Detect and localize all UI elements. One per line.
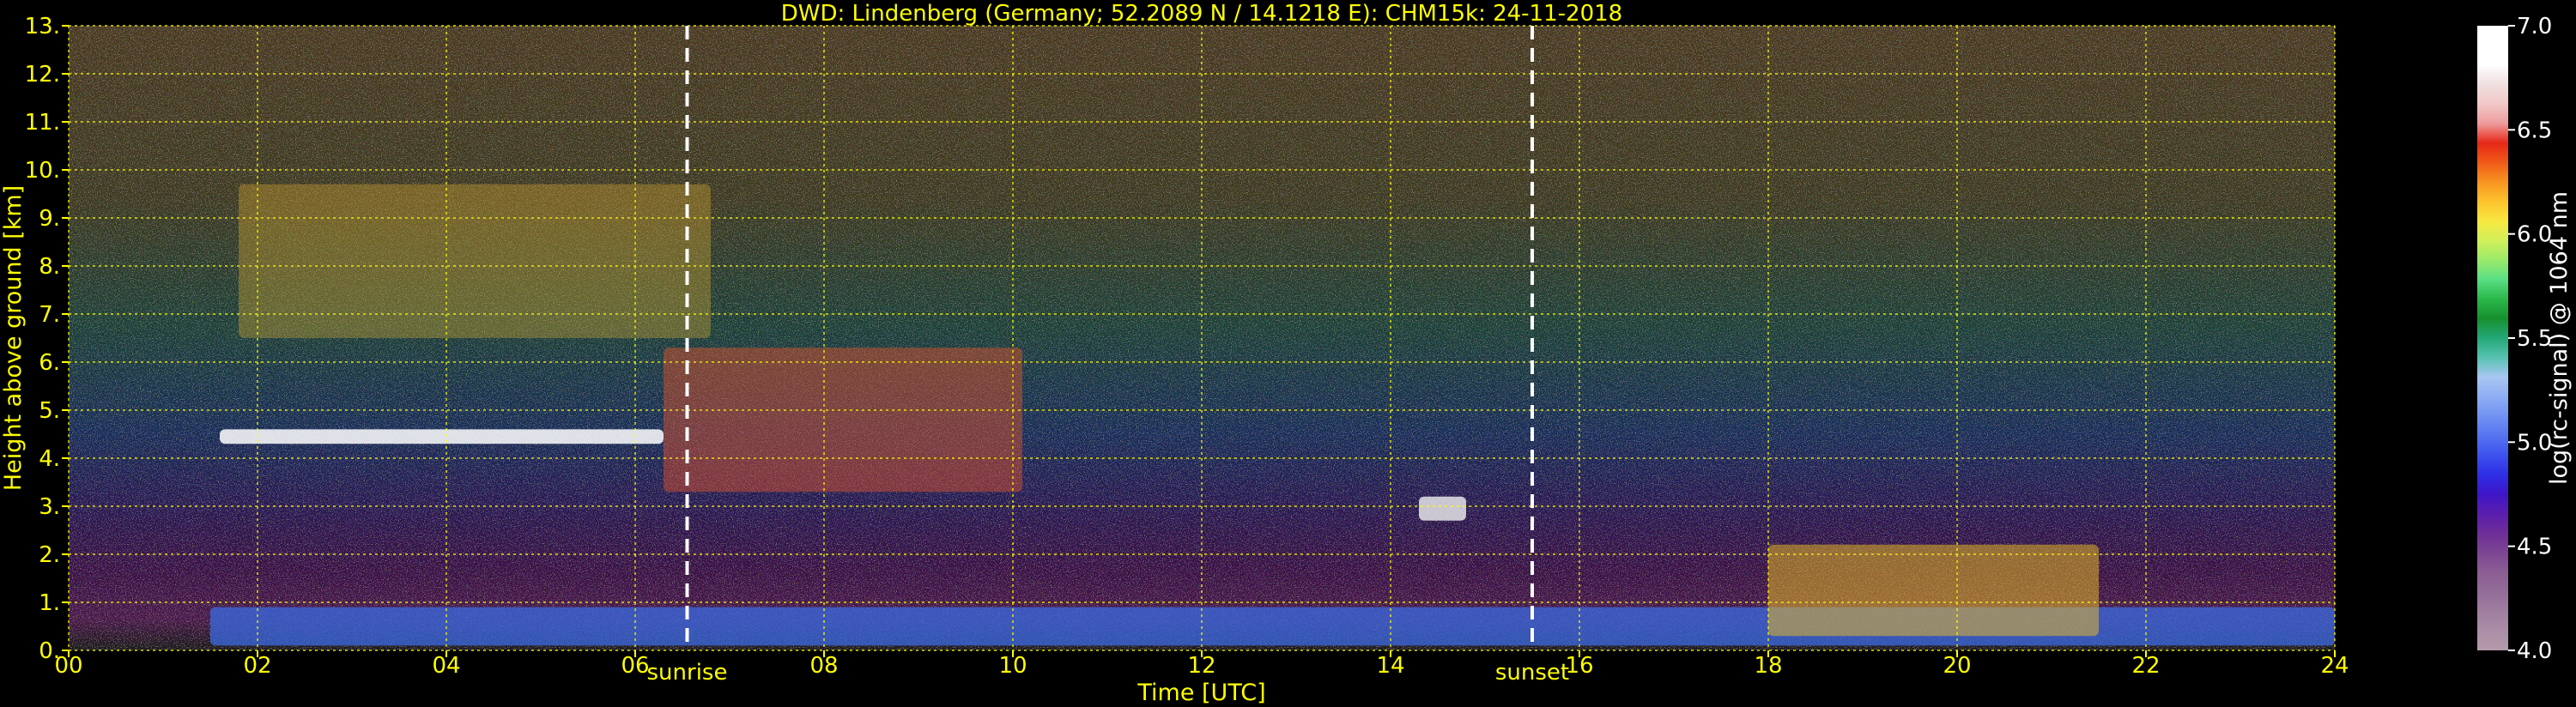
x-tick-label: 06 [621, 653, 649, 679]
y-tick-label: 0. [39, 638, 60, 664]
colorbar-label: log(rc-signal) @ 1064 nm [2546, 191, 2573, 485]
y-tick-label: 3. [39, 494, 60, 520]
x-tick-label: 04 [432, 653, 460, 679]
x-tick-label: 08 [809, 653, 838, 679]
y-tick-label: 10. [25, 158, 60, 184]
y-axis-ticks: 0. 1. 2. 3. 4. 5. 6. 7. 8. 9. 10. 11. 12. 13. [25, 14, 69, 664]
colorbar-scale [2477, 26, 2508, 650]
x-axis-label: Time [UTC] [1136, 680, 1265, 706]
x-tick-label: 16 [1565, 653, 1593, 679]
chart-title: DWD: Lindenberg (Germany; 52.2089 N / 14… [781, 1, 1622, 27]
y-tick-label: 12. [25, 62, 60, 88]
feature-cirrus-patches [239, 184, 711, 338]
y-axis-label: Height above ground [km] [0, 185, 27, 491]
y-tick-label: 8. [39, 254, 60, 280]
feature-isolated-cloud [1419, 496, 1466, 521]
colorbar: 4.04.55.05.56.06.57.0 log(rc-signal) @ 1… [2477, 14, 2573, 664]
feature-evening-convective-tops [1768, 544, 2099, 637]
y-tick-label: 5. [39, 398, 60, 424]
y-tick-label: 11. [25, 110, 60, 136]
x-tick-label: 10 [998, 653, 1027, 679]
colorbar-tick-label: 6.5 [2517, 118, 2552, 143]
y-tick-label: 9. [39, 206, 60, 232]
x-tick-label: 20 [1943, 653, 1971, 679]
y-tick-label: 1. [39, 590, 60, 616]
x-tick-label: 22 [2131, 653, 2160, 679]
colorbar-tick-label: 7.0 [2517, 14, 2552, 39]
y-tick-label: 7. [39, 302, 60, 328]
y-tick-label: 2. [39, 542, 60, 568]
sunrise-label: sunrise [647, 660, 728, 686]
feature-fall-streaks [664, 347, 1022, 492]
sunset-label: sunset [1495, 660, 1569, 686]
x-tick-label: 24 [2320, 653, 2349, 679]
ceilometer-chart: DWD: Lindenberg (Germany; 52.2089 N / 14… [0, 1, 2573, 706]
x-tick-label: 02 [243, 653, 271, 679]
x-tick-label: 18 [1754, 653, 1782, 679]
x-tick-label: 14 [1376, 653, 1404, 679]
y-tick-label: 6. [39, 350, 60, 376]
x-axis-ticks: 00 02 04 06 08 10 12 14 16 18 20 22 24 [54, 650, 2349, 679]
feature-mid-level-cloud-band [220, 429, 664, 444]
y-tick-label: 13. [25, 14, 60, 39]
y-tick-label: 4. [39, 446, 60, 472]
colorbar-tick-label: 4.5 [2517, 535, 2552, 560]
colorbar-tick-label: 4.0 [2517, 638, 2552, 664]
x-tick-label: 12 [1187, 653, 1215, 679]
